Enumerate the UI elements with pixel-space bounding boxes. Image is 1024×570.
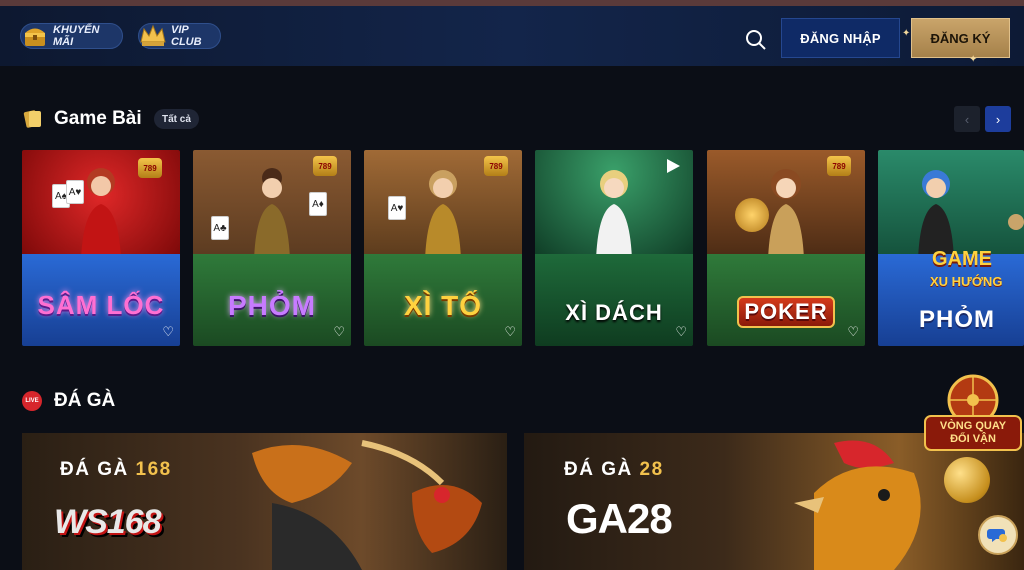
game-title: SÂM LỐC	[37, 290, 165, 320]
chat-support-button[interactable]	[978, 515, 1018, 555]
game-bai-title: Game Bài	[54, 108, 142, 129]
promo-button[interactable]: KHUYẾN MÃI	[20, 23, 123, 49]
play-brand-icon	[667, 159, 680, 173]
playing-card: A♣	[211, 216, 229, 240]
game-title: PHỎM	[228, 290, 316, 321]
heart-icon[interactable]: ♡	[675, 324, 687, 340]
game-title: XÌ TỐ	[403, 290, 483, 321]
chat-icon	[987, 529, 1007, 542]
game-title: XÌ DÁCH	[565, 300, 663, 325]
game-card-sam-loc[interactable]: A♠ A♥ 789 SÂM LỐC ♡	[22, 150, 180, 346]
banner-title-word: ĐÁ GÀ	[60, 459, 129, 480]
game-card-phom-trend[interactable]: GAME XU HƯỚNG PHỎM	[878, 150, 1024, 346]
trend-badge-top: GAME	[932, 248, 992, 270]
banner-title-number: 28	[639, 459, 664, 480]
top-header: KHUYẾN MÃI VIP CLUB ĐĂNG NHẬP ĐĂNG KÝ ✦ …	[0, 6, 1024, 66]
dealer-figure	[254, 168, 290, 260]
chevron-right-icon: ›	[995, 111, 1001, 127]
banner-ws168[interactable]: ĐÁ GÀ 168 WS168	[22, 433, 507, 570]
brand-logo: 789	[827, 156, 851, 176]
game-card-xi-dach[interactable]: A♠ K♠ XÌ DÁCH ♡	[535, 150, 693, 346]
banner-title: ĐÁ GÀ 28	[564, 459, 664, 481]
heart-icon[interactable]: ♡	[162, 324, 174, 340]
game-title: PHỎM	[919, 306, 995, 333]
dealer-figure	[81, 168, 121, 260]
carousel-indicator	[1008, 214, 1024, 230]
trend-badge-sub: XU HƯỚNG	[930, 274, 1003, 289]
playing-card: A♥	[388, 196, 406, 220]
heart-icon[interactable]: ♡	[847, 324, 859, 340]
banner-title: ĐÁ GÀ 168	[60, 459, 172, 481]
sparkle-icon: ✦	[969, 54, 978, 65]
chevron-left-icon: ‹	[964, 111, 970, 127]
live-badge: LIVE	[22, 391, 42, 411]
promo-label: KHUYẾN MÃI	[53, 24, 100, 48]
lucky-wheel-widget[interactable]: VÒNG QUAY ĐỔI VẬN	[921, 372, 1024, 452]
game-card-xi-to[interactable]: A♥ 789 XÌ TỐ ♡	[364, 150, 522, 346]
dealer-figure	[918, 170, 955, 260]
banner-title-number: 168	[135, 459, 172, 480]
brand-logo: 789	[138, 158, 162, 178]
view-all-tag[interactable]: Tất cả	[154, 109, 199, 129]
cards-icon	[23, 110, 41, 128]
crown-icon	[140, 24, 166, 46]
wheel-label-2: ĐỔI VẬN	[950, 433, 996, 445]
brand-logo: 789	[484, 156, 508, 176]
game-title: POKER	[744, 299, 828, 324]
dealer-figure	[425, 170, 461, 260]
playing-card: A♦	[309, 192, 327, 216]
game-card-phom[interactable]: A♣ A♦ 789 PHỎM ♡	[193, 150, 351, 346]
banner-title-word: ĐÁ GÀ	[564, 459, 633, 480]
banner-ga28[interactable]: ĐÁ GÀ 28 GA28	[524, 433, 1024, 570]
rooster-art	[252, 440, 482, 570]
vip-club-button[interactable]: VIP CLUB	[138, 23, 221, 49]
carousel-prev-button[interactable]: ‹	[954, 106, 980, 132]
heart-icon[interactable]: ♡	[333, 324, 345, 340]
ws168-logo: WS168	[54, 503, 161, 541]
game-bai-heading: Game Bài	[22, 108, 142, 130]
dealer-figure	[596, 170, 632, 260]
treasure-icon	[25, 28, 45, 46]
brand-logo: 789	[313, 156, 337, 176]
heart-icon[interactable]: ♡	[504, 324, 516, 340]
da-ga-title: ĐÁ GÀ	[54, 390, 116, 411]
register-button[interactable]: ĐĂNG KÝ	[911, 18, 1010, 58]
game-card-poker[interactable]: 789 POKER ♡	[707, 150, 865, 346]
search-icon[interactable]	[744, 28, 768, 52]
coin-icon	[944, 457, 990, 503]
sparkle-icon: ✦	[902, 28, 911, 39]
ga28-logo: GA28	[566, 495, 673, 542]
wheel-label-1: VÒNG QUAY	[939, 420, 1007, 432]
login-button[interactable]: ĐĂNG NHẬP	[781, 18, 900, 58]
da-ga-heading: LIVE ĐÁ GÀ	[22, 390, 115, 412]
chip-icon	[735, 198, 769, 232]
carousel-next-button[interactable]: ›	[985, 106, 1011, 132]
vip-label: VIP CLUB	[171, 24, 202, 48]
playing-card: A♥	[66, 180, 84, 204]
